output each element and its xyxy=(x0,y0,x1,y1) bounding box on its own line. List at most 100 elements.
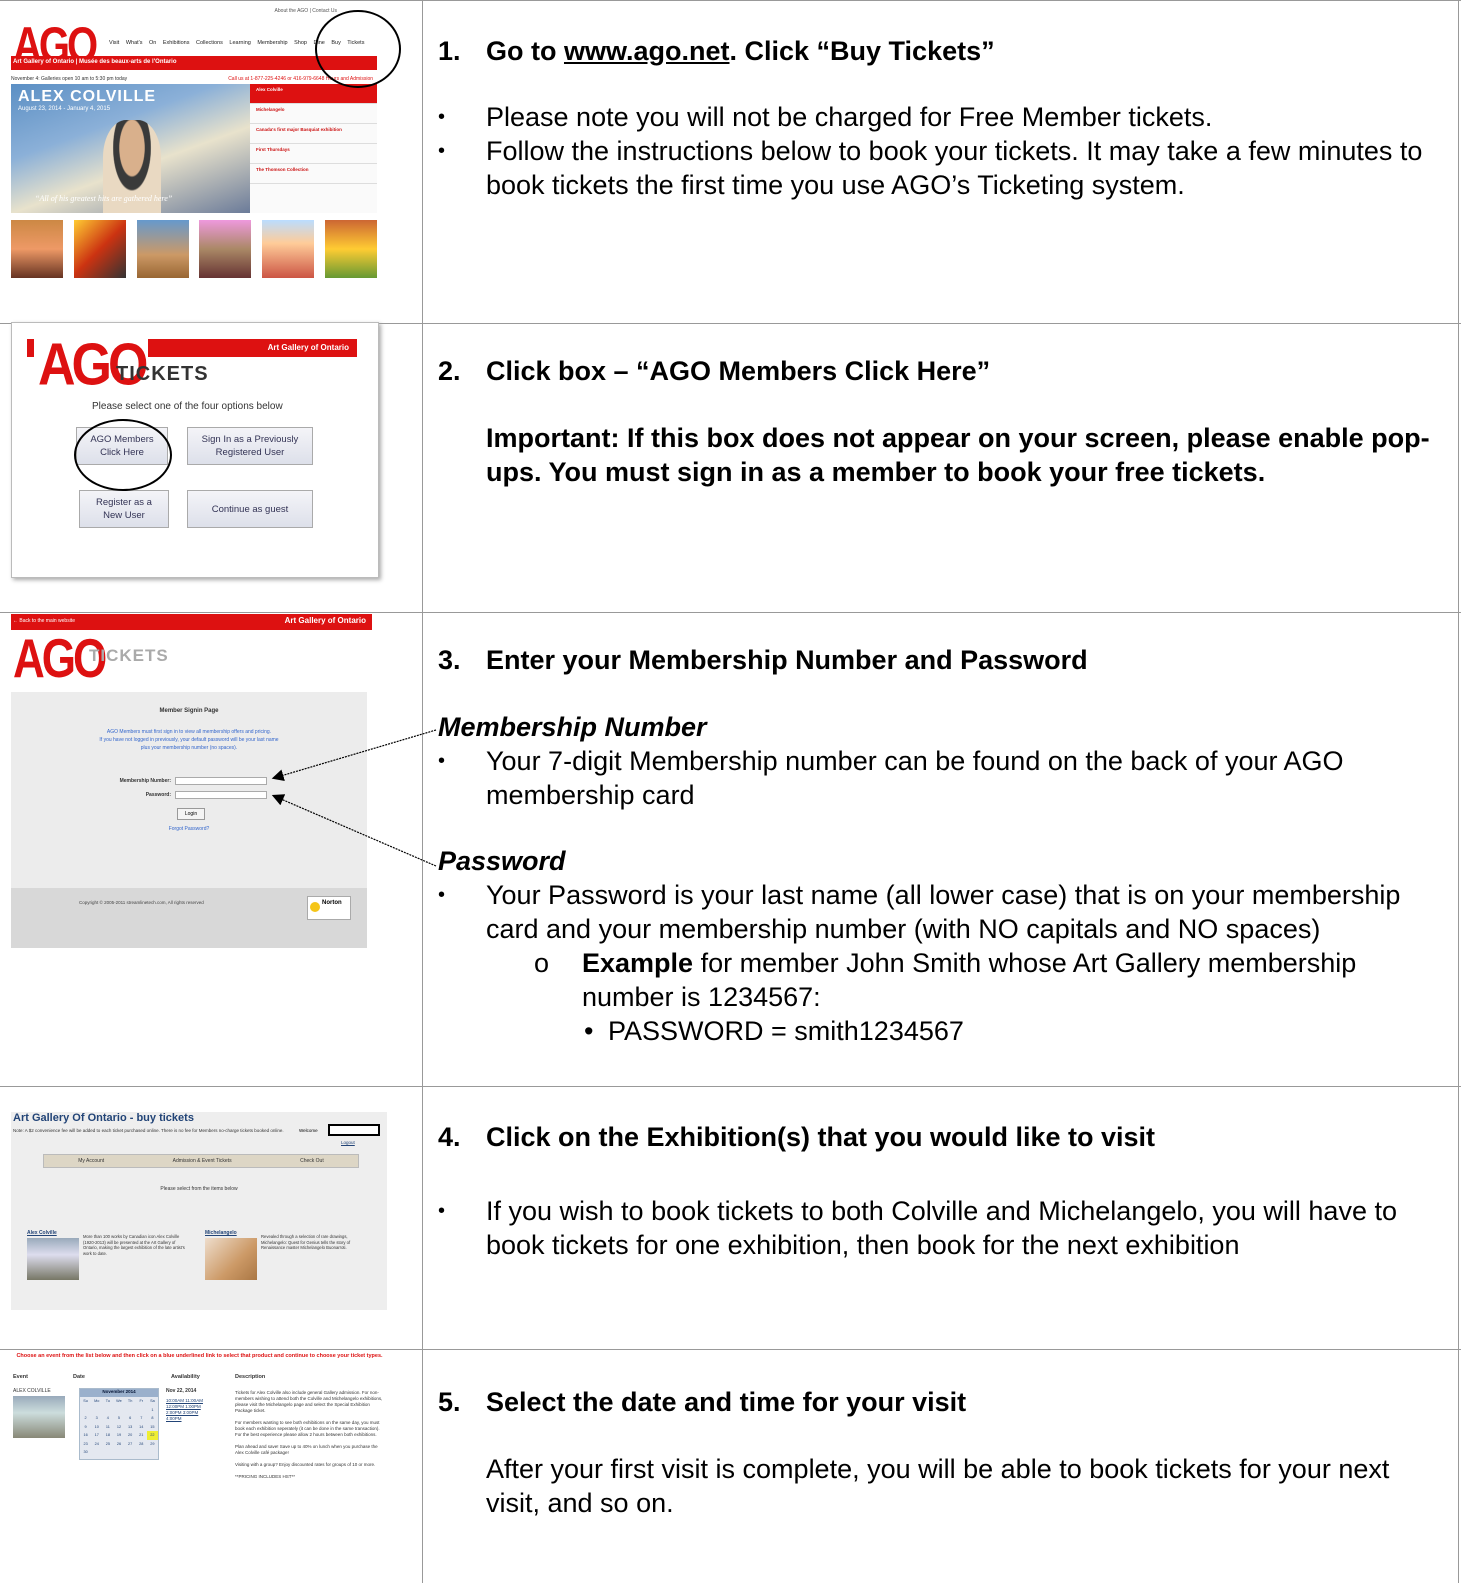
column-divider xyxy=(422,0,423,1583)
tickets-heading: TICKETS xyxy=(89,646,169,665)
step-number: 1. xyxy=(438,36,461,66)
screenshot-ago-homepage: About the AGO | Contact Us AGO Visit Wha… xyxy=(11,4,377,286)
description-paragraph: **PRICING INCLUDES HST** xyxy=(235,1474,296,1479)
example-label: Example xyxy=(582,948,694,978)
sidebar-item: Canada's first major Basquiat exhibition xyxy=(250,124,377,144)
example-item: Example for member John Smith whose Art … xyxy=(438,946,1448,1014)
calendar-day: 12 xyxy=(116,1424,122,1429)
calendar-day xyxy=(136,1406,147,1415)
calendar-day xyxy=(125,1448,136,1457)
calendar-day xyxy=(147,1448,158,1457)
welcome-box xyxy=(328,1124,380,1136)
calendar-day: We xyxy=(116,1399,122,1403)
row-divider xyxy=(0,612,1461,613)
sidebar-item: First Thursdays xyxy=(250,144,377,164)
description-paragraph: Tickets for Alex Colville also include g… xyxy=(235,1390,383,1413)
calendar-day: 24 xyxy=(94,1441,99,1446)
signin-footer: Copyright © 2005-2011 streamlinetech.com… xyxy=(11,888,367,948)
membership-heading: Membership Number xyxy=(438,712,707,742)
password-field xyxy=(175,791,267,799)
calendar-day xyxy=(102,1406,113,1415)
back-link: ← Back to the main website xyxy=(13,618,75,624)
ago-website-link[interactable]: www.ago.net xyxy=(564,36,730,66)
description-paragraph: Plan ahead and save! Save up to 40% on l… xyxy=(235,1444,378,1455)
step-bullets: Please note you will not be charged for … xyxy=(438,100,1448,202)
register-button: Register as a New User xyxy=(79,490,169,528)
time-slots: 10:00AM 11:00AM 12:00PM 1:00PM 2:00PM 3:00… xyxy=(166,1398,203,1422)
bullet-item: Follow the instructions below to book yo… xyxy=(438,134,1448,202)
step-title: 5. Select the date and time for your vis… xyxy=(438,1385,1448,1419)
step-title-text: Click box – “AGO Members Click Here” xyxy=(486,356,991,386)
calendar-day: 25 xyxy=(105,1441,110,1446)
time-slot: 4:00PM xyxy=(166,1416,182,1421)
signin-note: AGO Members must first sign in to view a… xyxy=(99,729,279,751)
calendar-day: Su xyxy=(83,1399,88,1403)
calendar-day: 29 xyxy=(150,1441,155,1446)
nav-admission: Admission & Event Tickets xyxy=(172,1158,232,1164)
feature-tiles xyxy=(11,220,377,282)
title-part: . Click “Buy Tickets” xyxy=(729,36,995,66)
forgot-password-link: Forgot Password? xyxy=(168,826,210,832)
event-name: ALEX COLVILLE xyxy=(13,1388,51,1394)
calendar-day: 1 xyxy=(151,1407,154,1412)
welcome-label: Welcome xyxy=(299,1128,318,1133)
hours-text: November 4: Galleries open 10 am to 5:30… xyxy=(11,76,128,82)
calendar-day: 26 xyxy=(116,1441,122,1446)
step-number: 5. xyxy=(438,1387,461,1417)
event-image xyxy=(13,1396,65,1438)
calendar-day: 13 xyxy=(128,1424,133,1429)
example-text: for member John Smith whose Art Gallery … xyxy=(582,948,1357,1012)
col-date: Date xyxy=(73,1374,85,1380)
step-bullets: If you wish to book tickets to both Colv… xyxy=(438,1194,1448,1262)
selected-date: Nov 22, 2014 xyxy=(166,1388,197,1394)
tile-image xyxy=(73,220,126,278)
exhibition-description: More than 100 works by Canadian icon Ale… xyxy=(83,1234,185,1256)
calendar-day: 5 xyxy=(117,1416,121,1420)
calendar-day: Sa xyxy=(150,1399,155,1403)
calendar-day xyxy=(80,1406,91,1415)
calendar-day: 15 xyxy=(150,1424,155,1429)
calendar-day: 8 xyxy=(151,1416,154,1420)
step-title-text: Go to www.ago.net. Click “Buy Tickets” xyxy=(486,34,995,68)
tile-image xyxy=(199,220,252,278)
calendar-day xyxy=(125,1406,136,1415)
buy-tickets-heading: Art Gallery Of Ontario - buy tickets xyxy=(13,1112,194,1124)
site-banner: Art Gallery of Ontario | Musée des beaux… xyxy=(11,56,377,70)
calendar-day: 17 xyxy=(94,1433,99,1437)
row-divider xyxy=(0,1086,1461,1087)
account-nav: My Account Admission & Event Tickets Che… xyxy=(43,1154,359,1168)
step-number: 2. xyxy=(438,356,461,386)
calendar-day: 30 xyxy=(83,1450,88,1454)
options-instruction: Please select one of the four options be… xyxy=(92,401,283,412)
bullet-item: If you wish to book tickets to both Colv… xyxy=(438,1194,1448,1262)
screenshot-ticket-options: Art Gallery of Ontario AGO TICKETS Pleas… xyxy=(11,322,379,578)
tickets-heading: TICKETS xyxy=(116,363,209,385)
calendar-day: 21 xyxy=(139,1433,144,1437)
calendar-day: 4 xyxy=(106,1416,109,1420)
calendar-day: 14 xyxy=(139,1424,144,1429)
step-title-text: Select the date and time for your visit xyxy=(486,1387,967,1417)
contact-text: Call us at 1-877-225-4246 or 416-979-664… xyxy=(228,76,373,82)
calendar-day xyxy=(91,1448,102,1457)
screenshot-member-signin: ← Back to the main website Art Gallery o… xyxy=(11,614,372,948)
tile-image xyxy=(11,220,63,278)
tile-image xyxy=(324,220,377,278)
logout-link: Logout xyxy=(341,1140,355,1145)
step-number: 4. xyxy=(438,1122,461,1152)
fee-note: Note: A $2 convenience fee will be added… xyxy=(13,1128,284,1133)
signin-banner: Art Gallery of Ontario xyxy=(284,616,366,625)
calendar-day: 23 xyxy=(83,1441,88,1446)
top-links: About the AGO | Contact Us xyxy=(274,8,337,14)
row-divider xyxy=(0,0,1461,1)
description-paragraph: For members wanting to see both exhibiti… xyxy=(235,1420,380,1437)
exhibition-image xyxy=(205,1238,257,1280)
membership-bullets: Your 7-digit Membership number can be fo… xyxy=(438,744,1448,812)
bullet-item: Your Password is your last name (all low… xyxy=(438,878,1448,946)
login-button: Login xyxy=(177,808,205,820)
tile-image xyxy=(136,220,189,278)
exhibition-link-colville: Alex Colville xyxy=(27,1230,57,1236)
step-5: 5. Select the date and time for your vis… xyxy=(438,1385,1448,1520)
calendar-day: 11 xyxy=(105,1424,110,1429)
calendar-grid: Su Mo Tu We Th Fr Sa 1 2 3 4 5 6 7 8 9 10 11 12 13 14 15 16 17 1… xyxy=(80,1397,158,1457)
select-instruction: Please select from the items below xyxy=(160,1186,238,1192)
